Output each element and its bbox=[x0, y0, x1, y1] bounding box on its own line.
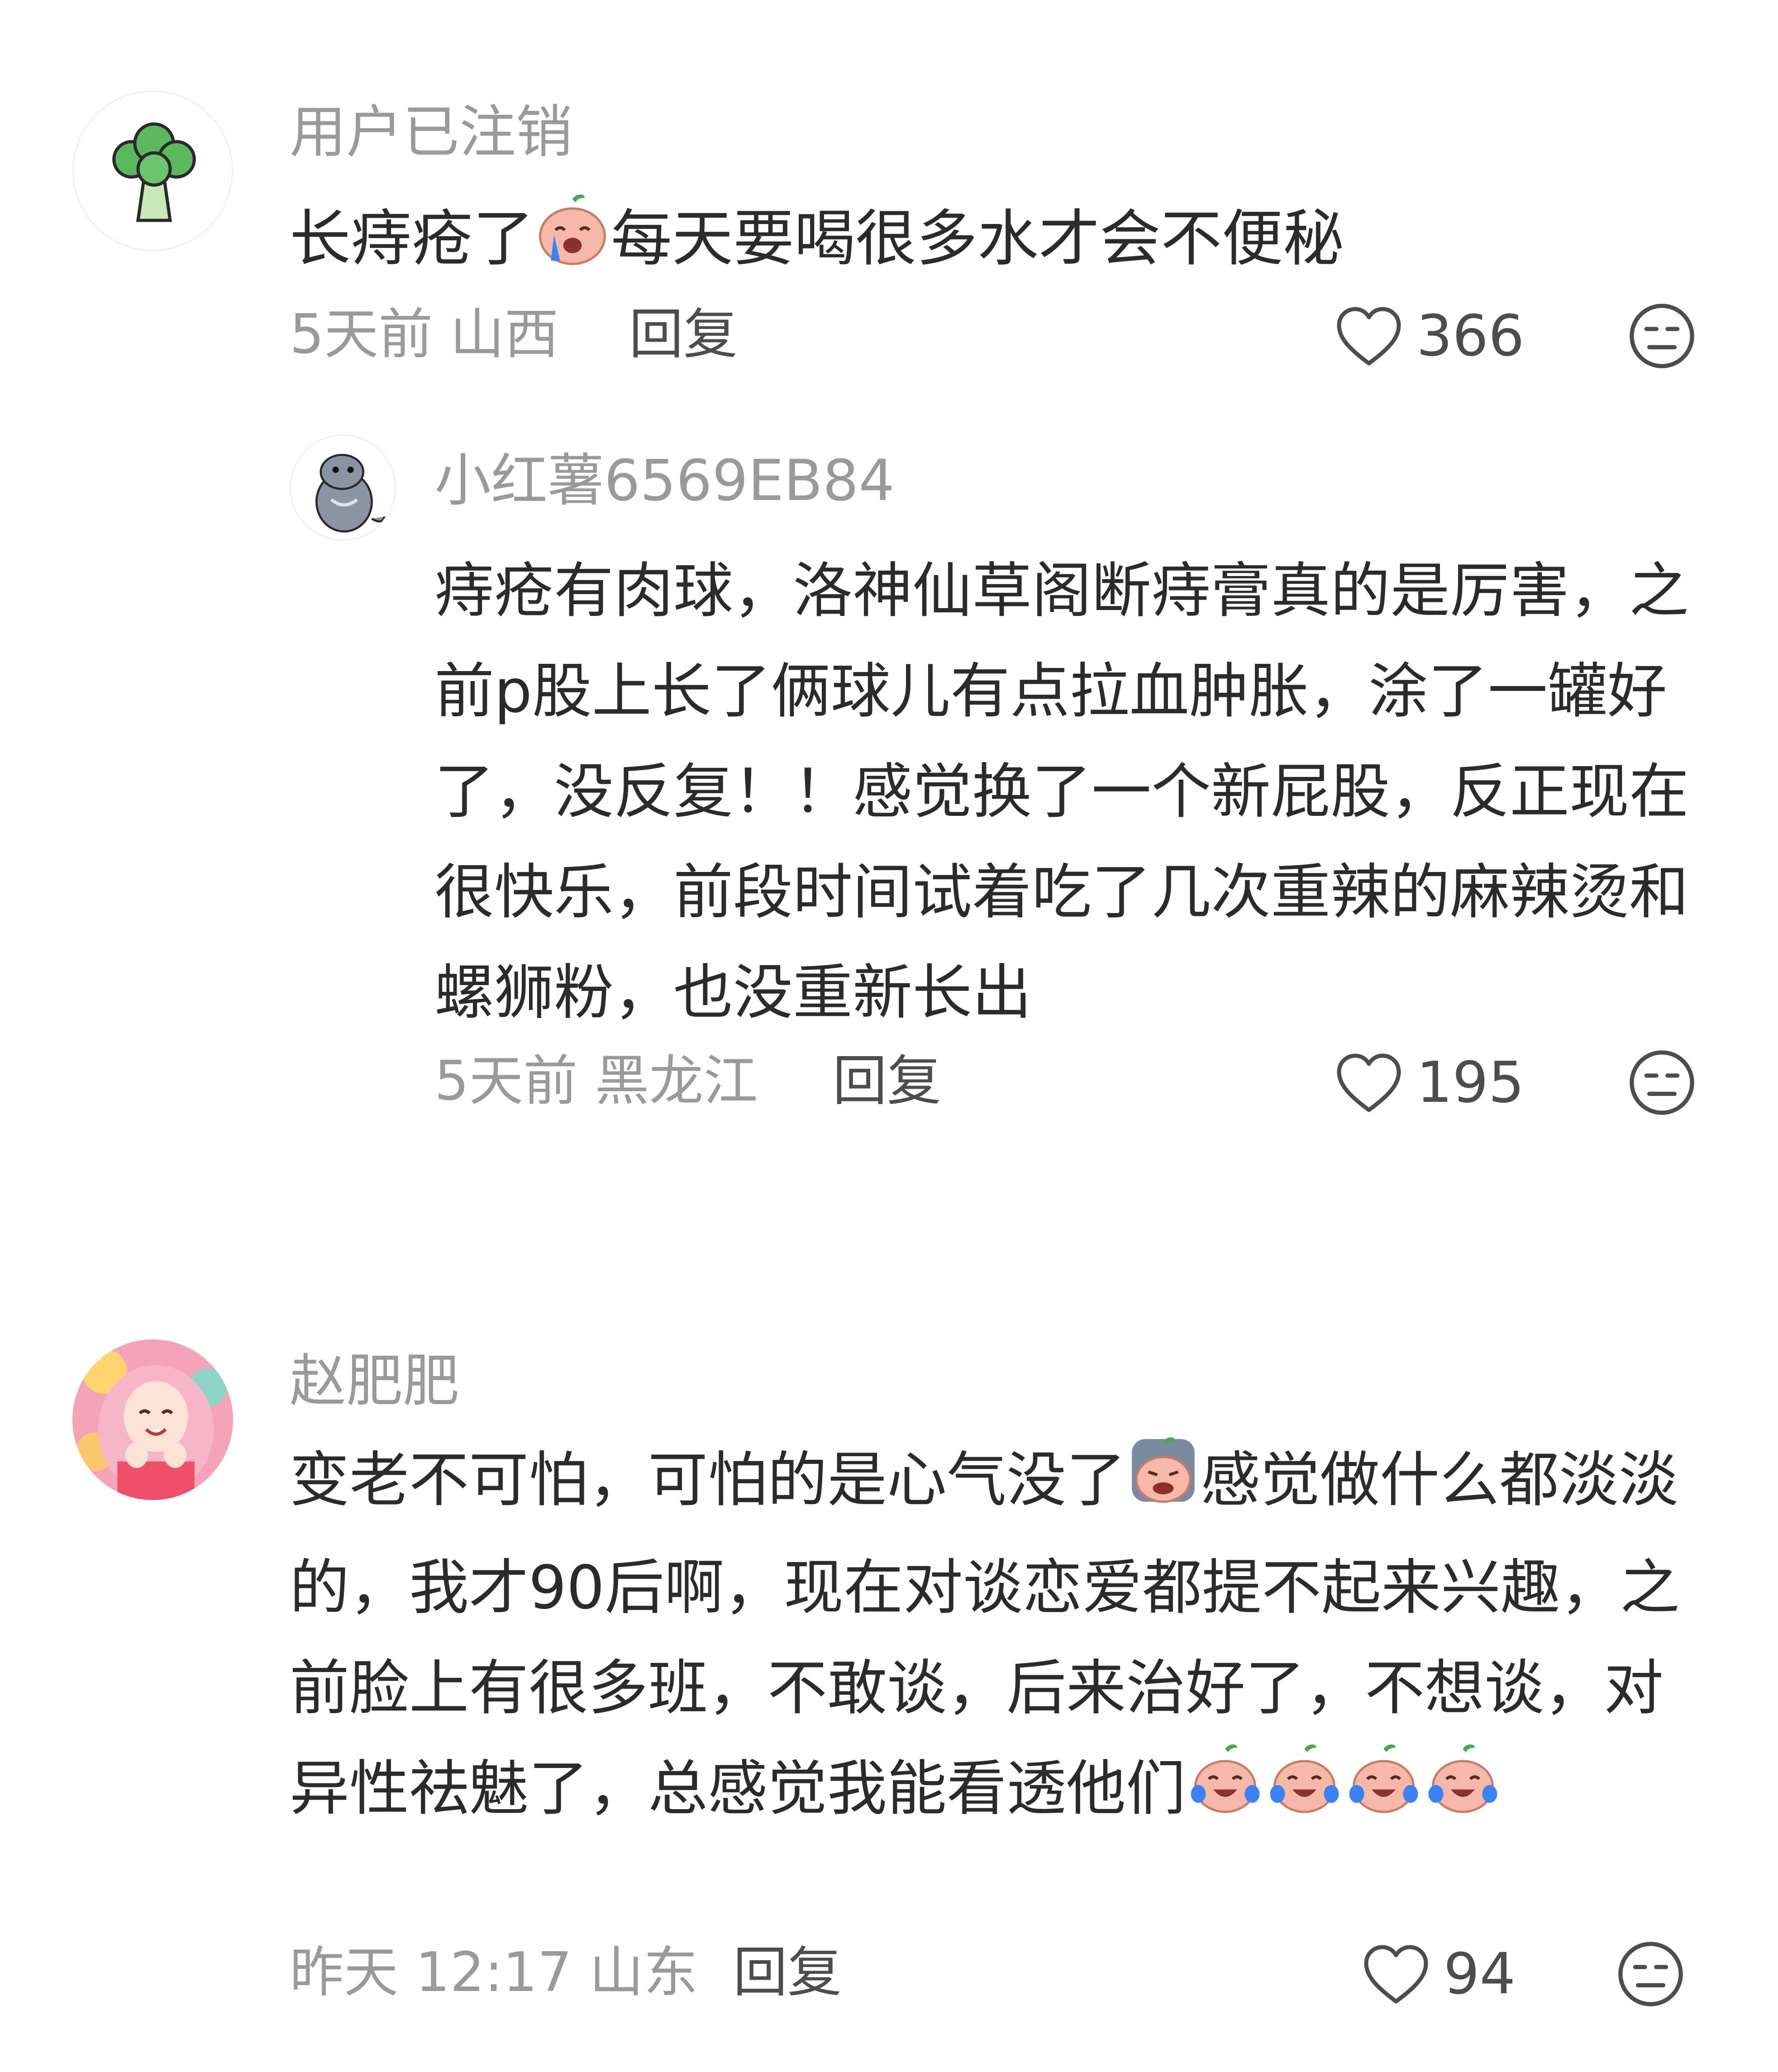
reply-text: 痔疮有肉球，洛神仙草阁断痔膏真的是厉害，之前p股上长了俩球儿有点拉血肿胀，涂了一… bbox=[434, 556, 1689, 1028]
time-location: 5天前 黑龙江 bbox=[434, 1050, 758, 1113]
comment-text: 变老不可怕，可怕的是心气没了 感觉做什么都淡淡的，我才90后啊，现在对谈恋爱都提不… bbox=[290, 1430, 1697, 1846]
reply-button[interactable]: 回复 bbox=[833, 1045, 941, 1118]
reply-button[interactable]: 回复 bbox=[733, 1937, 842, 2009]
sad-face-icon bbox=[1126, 1433, 1201, 1538]
heart-icon bbox=[1364, 1945, 1428, 2003]
like-count: 94 bbox=[1444, 1941, 1516, 2007]
seal-avatar-icon bbox=[291, 436, 395, 539]
reply-comment: 小红薯6569EB84 痔疮有肉球，洛神仙草阁断痔膏真的是厉害，之前p股上长了俩… bbox=[0, 0, 1778, 1222]
meh-face-icon bbox=[1630, 1050, 1694, 1115]
girl-avatar-icon bbox=[72, 1339, 233, 1500]
time-location: 昨天 12:17 山东 bbox=[290, 1941, 698, 2004]
laugh-cry-face-icon bbox=[1423, 1742, 1502, 1846]
laugh-cry-face-icon bbox=[1186, 1742, 1265, 1846]
heart-icon bbox=[1337, 1053, 1401, 1112]
avatar-user-reply[interactable] bbox=[290, 434, 396, 541]
comment-text-part-2: 感觉做什么都淡淡的，我才90后啊，现在对谈恋爱都提不起来兴趣，之前脸上有很多班，… bbox=[290, 1445, 1680, 1824]
like-count: 195 bbox=[1416, 1050, 1525, 1115]
username[interactable]: 赵肥肥 bbox=[290, 1344, 459, 1419]
dislike-button[interactable] bbox=[1616, 1939, 1686, 2009]
laugh-cry-face-icon bbox=[1265, 1742, 1344, 1846]
username[interactable]: 小红薯6569EB84 bbox=[434, 443, 895, 518]
dislike-button[interactable] bbox=[1627, 1048, 1697, 1118]
laugh-cry-face-icon bbox=[1344, 1742, 1423, 1846]
avatar-user-2[interactable] bbox=[72, 1339, 233, 1500]
like-button[interactable]: 195 bbox=[1335, 1048, 1525, 1118]
comment-text-part-1: 变老不可怕，可怕的是心气没了 bbox=[290, 1445, 1126, 1515]
comment-1: 用户已注销 长痔疮了 每天要喝很多水才会不便秘 5天前 山西 回复 366 小红… bbox=[0, 0, 1778, 1222]
like-button[interactable]: 94 bbox=[1362, 1939, 1516, 2009]
meh-face-icon bbox=[1618, 1942, 1683, 2006]
